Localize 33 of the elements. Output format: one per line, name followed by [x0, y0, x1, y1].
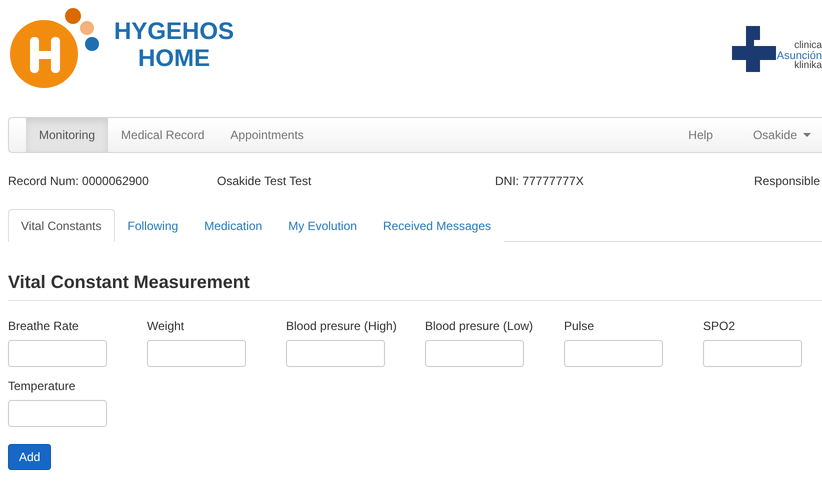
input-field[interactable] — [147, 340, 246, 367]
record-info: Osakide Test Test — [217, 174, 312, 188]
brand-subtitle: HOME — [138, 45, 210, 72]
input-field[interactable] — [425, 340, 524, 367]
nav-link[interactable]: Medical Record — [108, 118, 218, 152]
record-info: Responsible — [754, 174, 822, 188]
partner-name: clinica — [794, 41, 822, 51]
input-field[interactable] — [286, 340, 385, 367]
field-label: Temperature — [8, 379, 76, 393]
partner-name: Asunción — [776, 51, 822, 61]
input-field[interactable] — [703, 340, 802, 367]
nav-link[interactable]: Appointments — [217, 118, 317, 152]
record-info: DNI: 77777777X — [495, 174, 585, 188]
input-field[interactable] — [8, 340, 107, 367]
field-label: SPO2 — [703, 319, 736, 333]
field-label: Blood presure (Low) — [425, 319, 534, 333]
input-field[interactable] — [564, 340, 663, 367]
brand-name: HYGEHOS — [114, 18, 234, 45]
partner-name: klinika — [794, 61, 822, 71]
input-field[interactable] — [8, 400, 107, 427]
field-label: Weight — [147, 319, 186, 333]
nav-link[interactable]: Monitoring — [26, 118, 108, 152]
tab[interactable]: Following — [114, 209, 192, 242]
cross-logo-icon — [732, 26, 776, 72]
add-button[interactable]: Add — [8, 444, 52, 470]
tab[interactable]: Vital Constants — [8, 209, 114, 242]
nav-link[interactable]: Osakide — [740, 118, 822, 152]
field-label: Blood presure (High) — [286, 319, 398, 333]
section-title: Vital Constant Measurement — [8, 272, 822, 301]
record-info: Record Num: 0000062900 — [8, 174, 150, 188]
field-label: Breathe Rate — [8, 319, 80, 333]
nav-link[interactable]: Help — [675, 118, 740, 152]
field-label: Pulse — [564, 319, 596, 333]
